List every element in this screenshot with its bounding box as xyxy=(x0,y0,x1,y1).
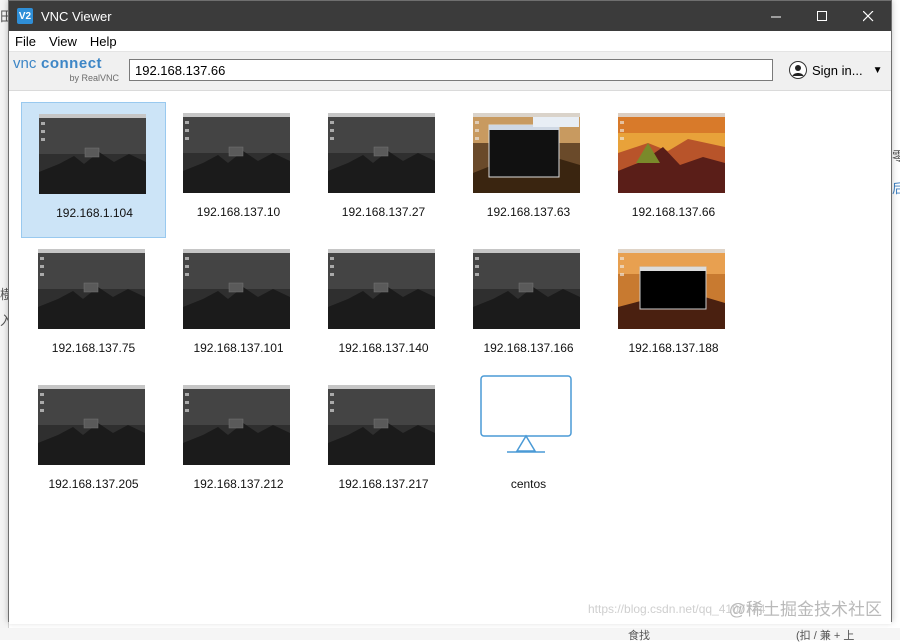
connection-tile[interactable]: 192.168.137.212 xyxy=(166,374,311,510)
connection-label: 192.168.137.10 xyxy=(196,205,281,219)
menu-bar: File View Help xyxy=(9,31,891,51)
thumbnail-image xyxy=(618,113,725,193)
brand-subtitle: by RealVNC xyxy=(69,73,119,83)
background-right-strip xyxy=(892,0,900,640)
desktop-thumbnail xyxy=(183,113,290,193)
thumbnail-image xyxy=(39,114,146,194)
watermark: @稀土掘金技术社区 xyxy=(728,600,882,619)
connection-tile[interactable]: 192.168.137.75 xyxy=(21,238,166,374)
connection-tile[interactable]: 192.168.137.166 xyxy=(456,238,601,374)
toolbar: vnc connect by RealVNC Sign in... ▼ xyxy=(9,51,891,91)
connection-label: 192.168.137.166 xyxy=(483,341,574,355)
thumbnail-image xyxy=(183,249,290,329)
background-glyph: (扣 / 兼 + 上 xyxy=(796,630,855,642)
connection-tile[interactable]: 192.168.137.140 xyxy=(311,238,456,374)
background-glyph: 食找 xyxy=(628,630,650,642)
desktop-thumbnail xyxy=(328,113,435,193)
app-logo-icon: V2 xyxy=(17,8,33,24)
vnc-viewer-window: V2 VNC Viewer File View Help vnc connect… xyxy=(8,0,892,624)
connection-label: 192.168.137.188 xyxy=(628,341,719,355)
user-icon xyxy=(789,61,807,79)
desktop-thumbnail xyxy=(38,249,145,329)
connection-tile[interactable]: 192.168.137.217 xyxy=(311,374,456,510)
connection-label: 192.168.137.66 xyxy=(631,205,716,219)
minimize-icon xyxy=(770,16,781,17)
desktop-thumbnail xyxy=(328,385,435,465)
background-glyph: 零 xyxy=(892,149,900,164)
thumbnail-image xyxy=(328,385,435,465)
desktop-thumbnail xyxy=(38,385,145,465)
thumbnail-image xyxy=(328,249,435,329)
minimize-button[interactable] xyxy=(753,1,799,31)
menu-file[interactable]: File xyxy=(15,34,36,49)
brand-main-word: connect xyxy=(41,55,103,72)
connection-label: 192.168.137.140 xyxy=(338,341,429,355)
connection-label: centos xyxy=(510,477,547,491)
monitor-icon xyxy=(480,375,572,453)
sign-in-label: Sign in... xyxy=(812,62,863,78)
connection-tile[interactable]: 192.168.137.27 xyxy=(311,102,456,238)
thumbnail-image xyxy=(328,113,435,193)
menu-view[interactable]: View xyxy=(49,34,77,49)
window-title: VNC Viewer xyxy=(41,8,112,24)
connection-label: 192.168.137.217 xyxy=(338,477,429,491)
desktop-thumbnail xyxy=(618,249,725,329)
connection-tile[interactable]: 192.168.1.104 xyxy=(21,102,166,238)
maximize-icon xyxy=(816,10,827,21)
connection-tile[interactable]: 192.168.137.188 xyxy=(601,238,746,374)
connection-tile[interactable]: 192.168.137.63 xyxy=(456,102,601,238)
menu-help[interactable]: Help xyxy=(90,34,117,49)
connection-label: 192.168.137.205 xyxy=(48,477,139,491)
desktop-thumbnail xyxy=(618,113,725,193)
chevron-down-icon: ▼ xyxy=(872,64,883,76)
maximize-button[interactable] xyxy=(799,1,845,31)
connection-label: 192.168.137.101 xyxy=(193,341,284,355)
close-button[interactable] xyxy=(845,1,891,31)
thumbnail-image xyxy=(473,249,580,329)
connection-label: 192.168.1.104 xyxy=(56,206,133,220)
desktop-thumbnail xyxy=(473,113,580,193)
title-bar[interactable]: V2 VNC Viewer xyxy=(9,1,891,31)
desktop-thumbnail xyxy=(183,249,290,329)
vnc-connect-logo: vnc connect by RealVNC xyxy=(13,56,123,86)
brand-title: vnc connect xyxy=(13,56,123,72)
connection-tile[interactable]: 192.168.137.101 xyxy=(166,238,311,374)
desktop-thumbnail xyxy=(183,385,290,465)
connection-tile[interactable]: 192.168.137.10 xyxy=(166,102,311,238)
connection-label: 192.168.137.212 xyxy=(193,477,284,491)
brand-prefix: vnc xyxy=(13,55,37,72)
thumbnail-image xyxy=(183,385,290,465)
connections-grid: 192.168.1.104 192.168.137.10 192.168.137.2… xyxy=(9,91,891,624)
thumbnail-image xyxy=(38,385,145,465)
thumbnail-image xyxy=(183,113,290,193)
connection-label: 192.168.137.75 xyxy=(51,341,136,355)
thumbnail-image xyxy=(473,113,580,193)
address-input[interactable] xyxy=(129,59,773,81)
sign-in-button[interactable]: Sign in... ▼ xyxy=(789,61,883,79)
desktop-thumbnail xyxy=(328,249,435,329)
background-glyph: 后 xyxy=(892,181,900,196)
connection-label: 192.168.137.63 xyxy=(486,205,571,219)
connection-label: 192.168.137.27 xyxy=(341,205,426,219)
background-bottom-strip xyxy=(0,628,900,640)
window-controls xyxy=(753,1,891,31)
connection-tile[interactable]: 192.168.137.66 xyxy=(601,102,746,238)
desktop-thumbnail xyxy=(39,114,146,194)
connection-tile[interactable]: centos xyxy=(456,374,601,510)
connection-tile[interactable]: 192.168.137.205 xyxy=(21,374,166,510)
thumbnail-image xyxy=(38,249,145,329)
close-icon xyxy=(862,10,873,21)
desktop-thumbnail xyxy=(473,249,580,329)
thumbnail-image xyxy=(618,249,725,329)
